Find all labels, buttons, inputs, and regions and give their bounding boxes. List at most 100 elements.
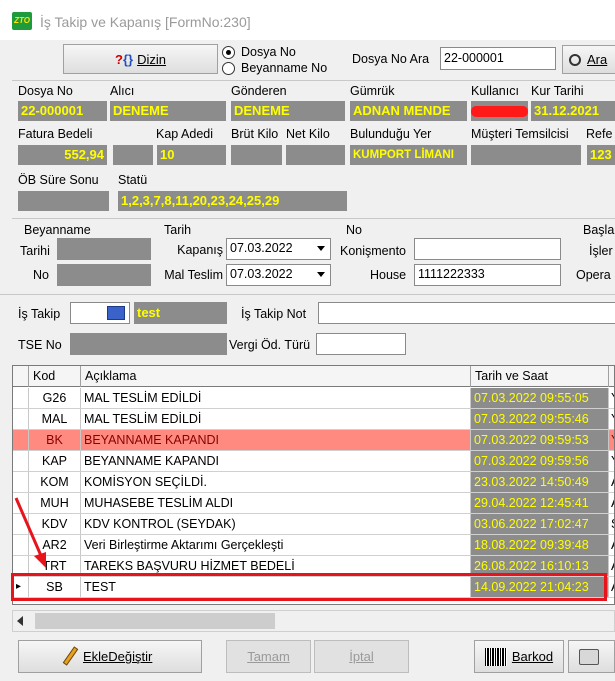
divider bbox=[0, 294, 615, 295]
tse-no-value bbox=[70, 333, 227, 355]
grid-header-indicator bbox=[13, 366, 29, 387]
cell-extra: S bbox=[609, 514, 614, 534]
table-row[interactable]: KOM KOMİSYON SEÇİLDİ. 23.03.2022 14:50:4… bbox=[13, 472, 614, 493]
ara-button[interactable]: Ara bbox=[562, 45, 615, 74]
gumruk-value: ADNAN MENDE bbox=[350, 101, 467, 121]
kapanis-date-select[interactable]: 07.03.2022 bbox=[226, 238, 331, 260]
grid-header: Kod Açıklama Tarih ve Saat bbox=[13, 366, 614, 387]
is-takip-value: test bbox=[134, 302, 227, 324]
ekle-degistir-button[interactable]: EkleDeğiştir bbox=[18, 640, 202, 673]
print-button[interactable] bbox=[568, 640, 615, 673]
row-indicator bbox=[13, 451, 29, 471]
gumruk-label: Gümrük bbox=[350, 84, 395, 98]
dosya-ara-label: Dosya No Ara bbox=[352, 52, 430, 66]
opera-label: Opera bbox=[576, 268, 611, 282]
konismento-input[interactable] bbox=[414, 238, 561, 260]
cell-aciklama: Veri Birleştirme Aktarımı Gerçekleşti bbox=[81, 535, 471, 555]
cell-extra: Y bbox=[609, 409, 614, 429]
cell-tarih: 23.03.2022 14:50:49 bbox=[471, 472, 609, 492]
divider bbox=[12, 80, 615, 81]
table-row-highlighted[interactable]: BK BEYANNAME KAPANDI 07.03.2022 09:59:53… bbox=[13, 430, 614, 451]
radio-beyanname-no[interactable] bbox=[222, 62, 235, 75]
radio-dosya-no[interactable] bbox=[222, 46, 235, 59]
grid-header-tarih[interactable]: Tarih ve Saat bbox=[471, 366, 609, 387]
brut-kilo-value bbox=[231, 145, 282, 165]
tamam-button[interactable]: Tamam bbox=[226, 640, 311, 673]
table-row[interactable]: MAL MAL TESLİM EDİLDİ 07.03.2022 09:55:4… bbox=[13, 409, 614, 430]
table-row[interactable]: MUH MUHASEBE TESLİM ALDI 29.04.2022 12:4… bbox=[13, 493, 614, 514]
cell-extra: Y bbox=[609, 430, 614, 450]
dosya-no-label: Dosya No bbox=[18, 84, 73, 98]
bulundugu-label: Bulunduğu Yer bbox=[350, 127, 432, 141]
fatura-currency bbox=[113, 145, 153, 165]
musteri-value bbox=[471, 145, 581, 165]
row-indicator bbox=[13, 430, 29, 450]
bulundugu-value: KUMPORT LİMANI bbox=[350, 145, 467, 165]
vergi-input[interactable] bbox=[316, 333, 406, 355]
radio-beyanname-no-label: Beyanname No bbox=[241, 61, 328, 75]
kur-tarihi-label: Kur Tarihi bbox=[531, 84, 584, 98]
table-row[interactable]: KDV KDV KONTROL (SEYDAK) 03.06.2022 17:0… bbox=[13, 514, 614, 535]
section-divider bbox=[12, 218, 615, 219]
is-takip-not-label: İş Takip Not bbox=[241, 307, 307, 321]
is-takip-not-input[interactable] bbox=[318, 302, 615, 324]
kap-adedi-label: Kap Adedi bbox=[156, 127, 213, 141]
cell-aciklama: KDV KONTROL (SEYDAK) bbox=[81, 514, 471, 534]
cell-kod: KAP bbox=[29, 451, 81, 471]
app-logo-icon: ZTO bbox=[12, 12, 32, 30]
cell-extra: Y bbox=[609, 451, 614, 471]
cell-aciklama: BEYANNAME KAPANDI bbox=[81, 451, 471, 471]
annotation-highlight-box bbox=[11, 573, 607, 601]
scroll-thumb[interactable] bbox=[35, 613, 275, 629]
alici-label: Alıcı bbox=[110, 84, 135, 98]
dosya-ara-input[interactable]: 22-000001 bbox=[440, 47, 556, 70]
basla-section-label: Başla bbox=[583, 223, 615, 237]
house-input[interactable]: 1111222333 bbox=[414, 264, 561, 286]
cell-extra: Y bbox=[609, 388, 614, 408]
gonderen-label: Gönderen bbox=[231, 84, 287, 98]
is-takip-label: İş Takip bbox=[18, 307, 61, 321]
cell-extra: A bbox=[609, 493, 614, 513]
ob-sure-label: ÖB Süre Sonu bbox=[18, 173, 99, 187]
konismento-label: Konişmento bbox=[340, 244, 407, 258]
statu-value: 1,2,3,7,8,11,20,23,24,25,29 bbox=[118, 191, 347, 211]
brut-kilo-label: Brüt Kilo bbox=[231, 127, 279, 141]
printer-icon bbox=[579, 648, 599, 665]
is-takip-grid[interactable]: Kod Açıklama Tarih ve Saat G26 MAL TESLİ… bbox=[12, 365, 615, 605]
radio-dosya-no-label: Dosya No bbox=[241, 45, 296, 59]
is-takip-code-input[interactable] bbox=[70, 302, 130, 324]
chevron-down-icon[interactable] bbox=[314, 241, 328, 256]
grid-header-aciklama[interactable]: Açıklama bbox=[81, 366, 471, 387]
mal-teslim-date-select[interactable]: 07.03.2022 bbox=[226, 264, 331, 286]
lookup-icon[interactable] bbox=[107, 306, 125, 320]
table-row[interactable]: AR2 Veri Birleştirme Aktarımı Gerçekleşt… bbox=[13, 535, 614, 556]
kullanici-label: Kullanıcı bbox=[471, 84, 519, 98]
tse-no-label: TSE No bbox=[18, 338, 62, 352]
musteri-label: Müşteri Temsilcisi bbox=[471, 127, 569, 141]
chevron-down-icon[interactable] bbox=[314, 267, 328, 282]
barkod-button[interactable]: Barkod bbox=[474, 640, 564, 673]
net-kilo-value bbox=[286, 145, 345, 165]
tarih-section-label: Tarih bbox=[164, 223, 192, 237]
table-row[interactable]: G26 MAL TESLİM EDİLDİ 07.03.2022 09:55:0… bbox=[13, 388, 614, 409]
iptal-button[interactable]: İptal bbox=[314, 640, 409, 673]
grid-horizontal-scrollbar[interactable] bbox=[12, 610, 615, 632]
kullanici-value bbox=[471, 101, 528, 121]
barcode-icon bbox=[484, 647, 507, 666]
dizin-icon: ?{} bbox=[115, 51, 134, 67]
cell-tarih: 07.03.2022 09:59:56 bbox=[471, 451, 609, 471]
grid-header-kod[interactable]: Kod bbox=[29, 366, 81, 387]
grid-header-extra bbox=[609, 366, 614, 387]
kur-tarihi-value: 31.12.2021 bbox=[531, 101, 615, 121]
cell-tarih: 07.03.2022 09:55:05 bbox=[471, 388, 609, 408]
gonderen-value: DENEME bbox=[231, 101, 345, 121]
scroll-left-icon[interactable] bbox=[17, 616, 23, 626]
beyanname-tarihi-value bbox=[57, 238, 151, 260]
refe-value: 123 bbox=[587, 145, 615, 165]
table-row[interactable]: KAP BEYANNAME KAPANDI 07.03.2022 09:59:5… bbox=[13, 451, 614, 472]
kap-adedi-value: 10 bbox=[157, 145, 226, 165]
cell-tarih: 18.08.2022 09:39:48 bbox=[471, 535, 609, 555]
beyanname-tarihi-label: Tarihi bbox=[20, 244, 50, 258]
dizin-button[interactable]: ?{} Dizin bbox=[63, 44, 218, 74]
house-label: House bbox=[370, 268, 407, 282]
